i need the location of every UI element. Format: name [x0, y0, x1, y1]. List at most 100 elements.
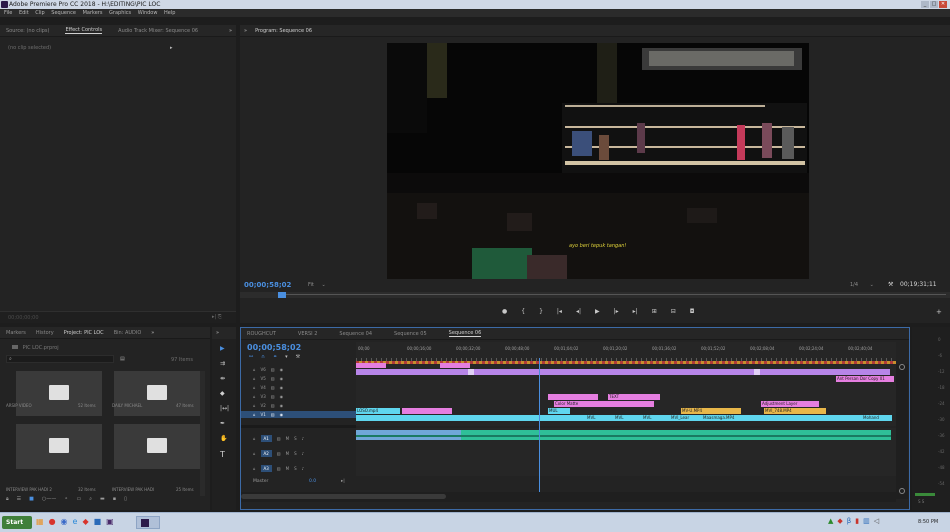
clip-adjustment-layer[interactable]: Adjustment Layer [761, 401, 819, 407]
clip[interactable] [440, 363, 470, 368]
panel-expand-icon[interactable]: » [212, 327, 236, 339]
sync-icon[interactable]: ▥ [271, 403, 275, 408]
clip-text[interactable]: TEXT [608, 394, 660, 400]
step-back-icon[interactable]: ◂| [576, 308, 581, 315]
taskbar-app-premiere[interactable] [136, 516, 160, 529]
trash-icon[interactable]: ▯ [124, 496, 127, 502]
lock-icon[interactable]: ⌂ [253, 403, 256, 408]
new-item-icon[interactable]: ▪ [113, 496, 116, 502]
tab-source[interactable]: Source: (no clips) [6, 28, 49, 34]
program-timecode[interactable]: 00;00;58;02 [244, 281, 291, 289]
panel-expand-icon[interactable]: » [151, 330, 154, 336]
bin-thumb[interactable] [114, 371, 200, 416]
menu-graphics[interactable]: Graphics [109, 10, 131, 16]
solo-icon[interactable]: S S [918, 499, 924, 504]
lock-icon[interactable]: ⌂ [253, 451, 256, 456]
add-button-icon[interactable]: + [936, 308, 942, 316]
clip-label[interactable]: MVI_748.MP4 [764, 408, 826, 414]
firefox-icon[interactable]: ◉ [61, 517, 68, 526]
clip-color-matte[interactable]: Color Matte [554, 401, 654, 407]
add-marker-icon[interactable]: ▾ [285, 354, 288, 360]
lock-icon[interactable]: ⌂ [253, 436, 256, 441]
start-button[interactable]: Start [2, 516, 32, 529]
icon-view-icon[interactable]: ■ [29, 496, 34, 502]
tab-audio-track-mixer[interactable]: Audio Track Mixer: Sequence 06 [118, 28, 198, 34]
track-header-v4[interactable]: ⌂ V4 ▥ ◉ [241, 384, 356, 391]
tab-versi-2[interactable]: VERSI 2 [298, 331, 317, 337]
camera-icon[interactable]: ◘ [690, 308, 695, 315]
mark-in-icon[interactable]: { [521, 308, 525, 315]
clip-label[interactable]: Ant Persan Dor Copy 01 [836, 376, 894, 382]
bluetooth-icon[interactable]: β [847, 517, 851, 525]
bin-thumb[interactable] [16, 424, 102, 469]
tray-icon[interactable]: ▲ [828, 517, 833, 525]
clip[interactable] [474, 369, 754, 375]
menu-file[interactable]: File [4, 10, 12, 16]
lock-icon[interactable]: ⌂ [253, 376, 256, 381]
sync-icon[interactable]: ▥ [277, 436, 281, 441]
network-icon[interactable]: ▥ [863, 517, 870, 525]
eye-icon[interactable]: ◉ [280, 412, 284, 417]
master-value[interactable]: 0.0 [309, 479, 316, 484]
sync-icon[interactable]: ▥ [271, 394, 275, 399]
fit-dropdown[interactable]: Fit ⌄ [308, 282, 326, 288]
expand-arrow-icon[interactable]: ▸ [170, 45, 173, 51]
selection-tool-icon[interactable]: ▶ [220, 345, 229, 352]
new-bin-icon[interactable]: ▤ [120, 356, 125, 362]
audio-tracks-area[interactable] [356, 428, 896, 476]
lift-icon[interactable]: ⊞ [652, 308, 657, 315]
lock-icon[interactable]: ⌂ [253, 412, 256, 417]
slip-tool-icon[interactable]: |↔| [220, 405, 229, 412]
sync-icon[interactable]: ▥ [271, 367, 275, 372]
close-button[interactable]: ✕ [939, 1, 947, 8]
timeline-timecode[interactable]: 00;00;58;02 [247, 343, 301, 352]
panel-menu-icon[interactable]: » [244, 28, 247, 34]
track-header-v5[interactable]: ⌂ V5 ▥ ◉ [241, 375, 356, 382]
tab-program[interactable]: Program: Sequence 06 [255, 28, 312, 34]
menu-edit[interactable]: Edit [19, 10, 29, 16]
clip-mvl[interactable]: MVL [614, 415, 640, 421]
tab-history[interactable]: History [36, 330, 54, 336]
sort-icon[interactable]: ⚬ [64, 496, 68, 502]
clip-label[interactable]: MV-U.MP4 [681, 408, 741, 414]
program-scrubber[interactable] [240, 292, 950, 298]
razor-tool-icon[interactable]: ◆ [220, 390, 229, 397]
step-forward-icon[interactable]: |▸ [614, 308, 619, 315]
tab-effect-controls[interactable]: Effect Controls [65, 27, 103, 34]
timeline-h-scrollbar[interactable] [241, 492, 896, 502]
filter-icon[interactable]: ▸| ⎘ [212, 314, 222, 320]
tab-sequence-06[interactable]: Sequence 06 [448, 330, 482, 337]
sync-icon[interactable]: ▥ [271, 376, 275, 381]
ie-icon[interactable]: e [73, 517, 78, 526]
clip-mohand[interactable]: Mohand [862, 415, 892, 421]
timeline-playhead[interactable] [539, 358, 540, 498]
track-header-v3[interactable]: ⌂ V3 ▥ ◉ [241, 393, 356, 400]
volume-icon[interactable]: ◁ [874, 517, 879, 525]
go-to-in-icon[interactable]: |◂ [557, 308, 562, 315]
mic-icon[interactable]: ♪ [302, 466, 305, 471]
nest-icon[interactable]: ⚯ [249, 354, 253, 360]
scroll-handle-bottom[interactable] [899, 488, 905, 494]
eye-icon[interactable]: ◉ [280, 394, 284, 399]
settings-wrench-icon[interactable]: ⚒ [296, 354, 300, 360]
play-icon[interactable]: ▶ [595, 308, 600, 315]
go-to-end-icon[interactable]: ▸| [341, 479, 345, 484]
solo-icon[interactable]: S [294, 466, 297, 471]
mute-icon[interactable]: M [286, 451, 289, 456]
menu-sequence[interactable]: Sequence [51, 10, 76, 16]
tab-roughcut[interactable]: ROUGHCUT [247, 331, 276, 337]
add-marker-icon[interactable]: ● [502, 308, 507, 315]
timeline-ruler[interactable]: 00;00 00;00;16;00 00;00;32;00 00;00;48;00 00… [356, 342, 896, 364]
go-to-out-icon[interactable]: ▸| [633, 308, 638, 315]
premiere-icon[interactable]: ▣ [106, 517, 114, 526]
tab-bin-audio[interactable]: Bin: AUDIO [114, 330, 142, 336]
sync-icon[interactable]: ▥ [271, 385, 275, 390]
track-header-a1[interactable]: ⌂ A1 ▥ M S ♪ [241, 432, 356, 444]
lock-icon[interactable]: ⌂ [253, 367, 256, 372]
lock-icon[interactable]: ⌂ [253, 466, 256, 471]
solo-icon[interactable]: S [294, 436, 297, 441]
playhead-marker[interactable] [278, 292, 286, 298]
zoom-slider[interactable]: ○—— [42, 496, 56, 502]
eye-icon[interactable]: ◉ [280, 367, 284, 372]
clip[interactable] [356, 369, 468, 375]
